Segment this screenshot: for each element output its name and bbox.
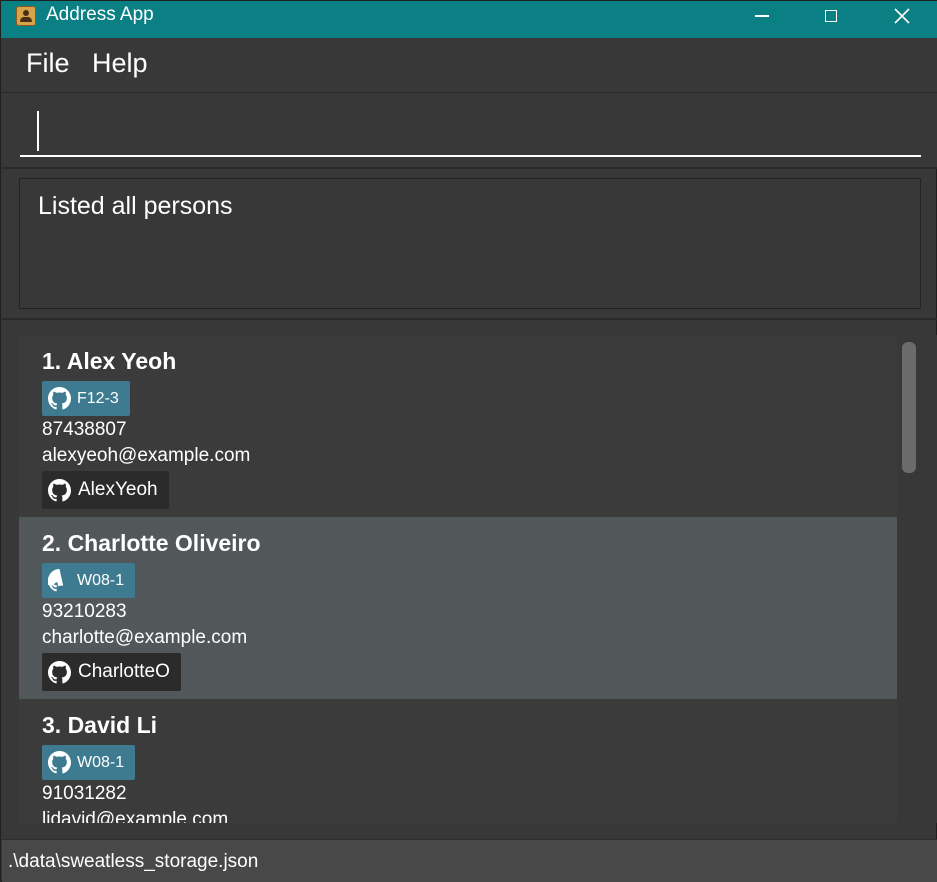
tag-label: W08-1 <box>77 753 125 771</box>
result-display[interactable]: Listed all persons <box>19 178 921 309</box>
minimize-button[interactable] <box>727 1 797 31</box>
result-message: Listed all persons <box>38 192 233 220</box>
tutorial-tag: F12-3 <box>42 381 130 416</box>
github-icon <box>48 660 71 683</box>
title-bar[interactable]: Address App <box>1 1 937 38</box>
person-name: 3. David Li <box>42 712 158 738</box>
command-panel <box>2 93 937 169</box>
maximize-icon <box>825 10 837 22</box>
person-card[interactable]: 3. David Li W08-1 91031282 lidavid@examp… <box>19 699 897 823</box>
github-username: AlexYeoh <box>42 471 169 509</box>
person-card[interactable]: 1. Alex Yeoh F12-3 87438807 alexyeoh@exa… <box>19 335 897 517</box>
minimize-icon <box>755 15 769 17</box>
person-phone: 91031282 <box>42 783 127 804</box>
github-username-label: AlexYeoh <box>78 479 158 500</box>
tag-label: W08-1 <box>77 571 125 589</box>
text-caret <box>37 111 39 151</box>
github-icon <box>48 387 71 410</box>
person-card[interactable]: 2. Charlotte Oliveiro W08-1 93210283 cha… <box>19 517 897 699</box>
github-icon <box>48 569 64 592</box>
divider <box>2 318 937 320</box>
scrollbar-thumb[interactable] <box>902 342 916 473</box>
tag-label: F12-3 <box>77 389 119 407</box>
maximize-button[interactable] <box>796 1 866 31</box>
person-email: charlotte@example.com <box>42 627 248 648</box>
github-icon <box>48 751 71 774</box>
status-bar: .\data\sweatless_storage.json <box>2 839 937 882</box>
github-username: CharlotteO <box>42 653 181 691</box>
menu-help[interactable]: Help <box>92 48 148 79</box>
save-location: .\data\sweatless_storage.json <box>8 851 259 872</box>
person-name: 1. Alex Yeoh <box>42 348 177 374</box>
app-window: Address App File Help Listed all persons… <box>0 0 937 882</box>
close-button[interactable] <box>867 1 937 31</box>
command-input[interactable] <box>20 105 921 157</box>
person-list[interactable]: 1. Alex Yeoh F12-3 87438807 alexyeoh@exa… <box>19 335 897 823</box>
address-book-icon <box>16 6 36 26</box>
github-username-label: CharlotteO <box>78 661 170 682</box>
person-phone: 87438807 <box>42 419 127 440</box>
tutorial-tag: W08-1 <box>42 563 136 598</box>
person-email: lidavid@example.com <box>42 809 229 823</box>
tutorial-tag: W08-1 <box>42 745 136 780</box>
person-email: alexyeoh@example.com <box>42 445 251 466</box>
window-title: Address App <box>46 4 154 25</box>
menu-bar: File Help <box>2 38 937 93</box>
github-icon <box>48 478 71 501</box>
close-icon <box>894 8 910 24</box>
menu-file[interactable]: File <box>26 48 70 79</box>
person-phone: 93210283 <box>42 601 127 622</box>
person-name: 2. Charlotte Oliveiro <box>42 530 261 556</box>
